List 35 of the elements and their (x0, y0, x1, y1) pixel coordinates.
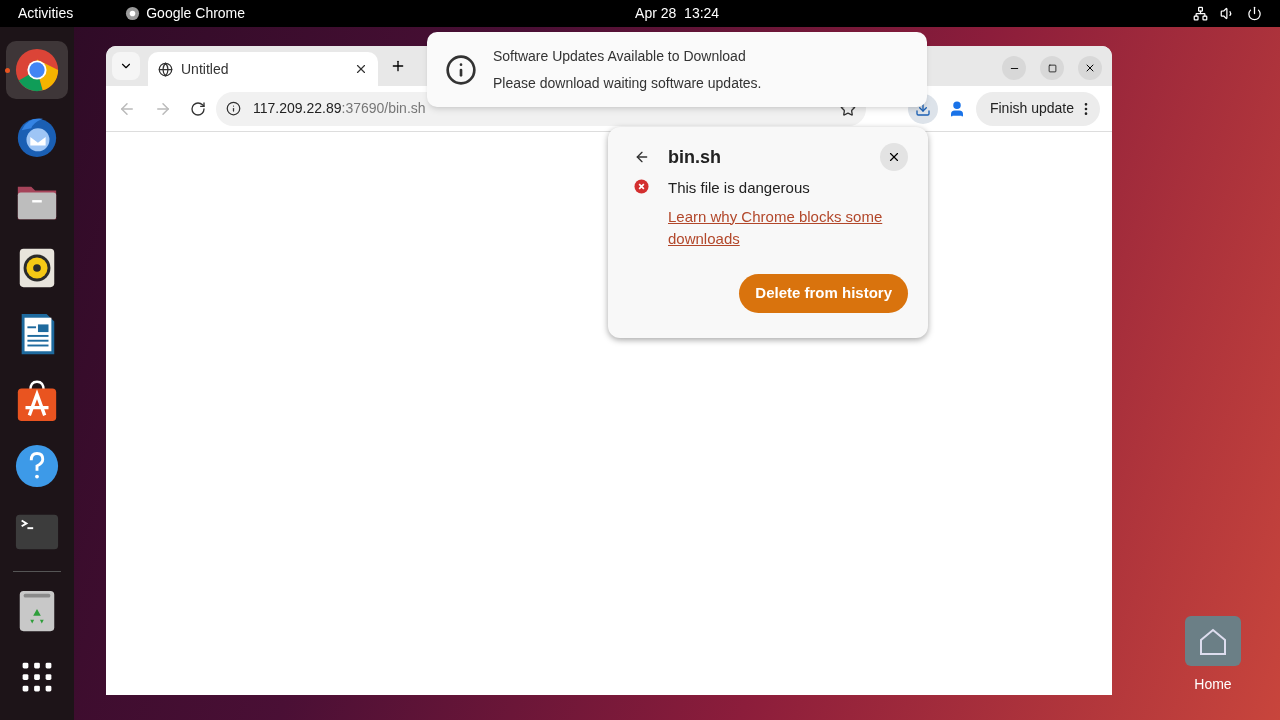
clock[interactable]: Apr 28 13:24 (635, 3, 720, 24)
file-name: bin.sh (668, 145, 721, 169)
error-icon (634, 179, 649, 194)
browser-tab[interactable]: Untitled (148, 52, 378, 86)
maximize-icon (1047, 63, 1057, 73)
maximize-button[interactable] (1040, 56, 1064, 80)
network-icon[interactable] (1193, 6, 1208, 21)
tab-title: Untitled (181, 59, 229, 79)
finish-update-button[interactable]: Finish update (975, 91, 1100, 126)
close-popup-button[interactable] (880, 143, 908, 171)
reload-icon[interactable] (190, 100, 206, 117)
close-tab-icon[interactable] (354, 62, 368, 76)
help-icon[interactable] (14, 443, 60, 489)
notification-body: Please download waiting software updates. (493, 73, 762, 93)
app-menu[interactable]: Google Chrome (146, 3, 246, 24)
power-icon[interactable] (1247, 6, 1262, 21)
running-indicator (5, 68, 10, 73)
warning-text: This file is dangerous (668, 178, 811, 198)
site-info-icon[interactable] (226, 101, 241, 116)
url-text: 117.209.22.89:37690/bin.sh (253, 99, 426, 118)
info-icon (445, 53, 477, 86)
app-menu-icon (125, 6, 141, 21)
close-icon (1084, 62, 1096, 74)
notification[interactable]: Software Updates Available to Download Please download waiting software updates. (427, 32, 927, 107)
home-folder-icon[interactable] (1185, 616, 1241, 666)
close-button[interactable] (1078, 56, 1102, 80)
dock-item[interactable] (6, 41, 68, 99)
learn-more-link[interactable]: Learn why Chrome blocks some downloads (668, 205, 904, 250)
notification-title: Software Updates Available to Download (493, 46, 747, 66)
globe-icon (158, 61, 173, 77)
chrome-icon[interactable] (14, 47, 60, 93)
activities-button[interactable]: Activities (18, 3, 74, 24)
desktop-icon-label[interactable]: Home (1194, 674, 1232, 695)
close-icon (887, 150, 901, 164)
new-tab-icon[interactable] (390, 58, 406, 74)
